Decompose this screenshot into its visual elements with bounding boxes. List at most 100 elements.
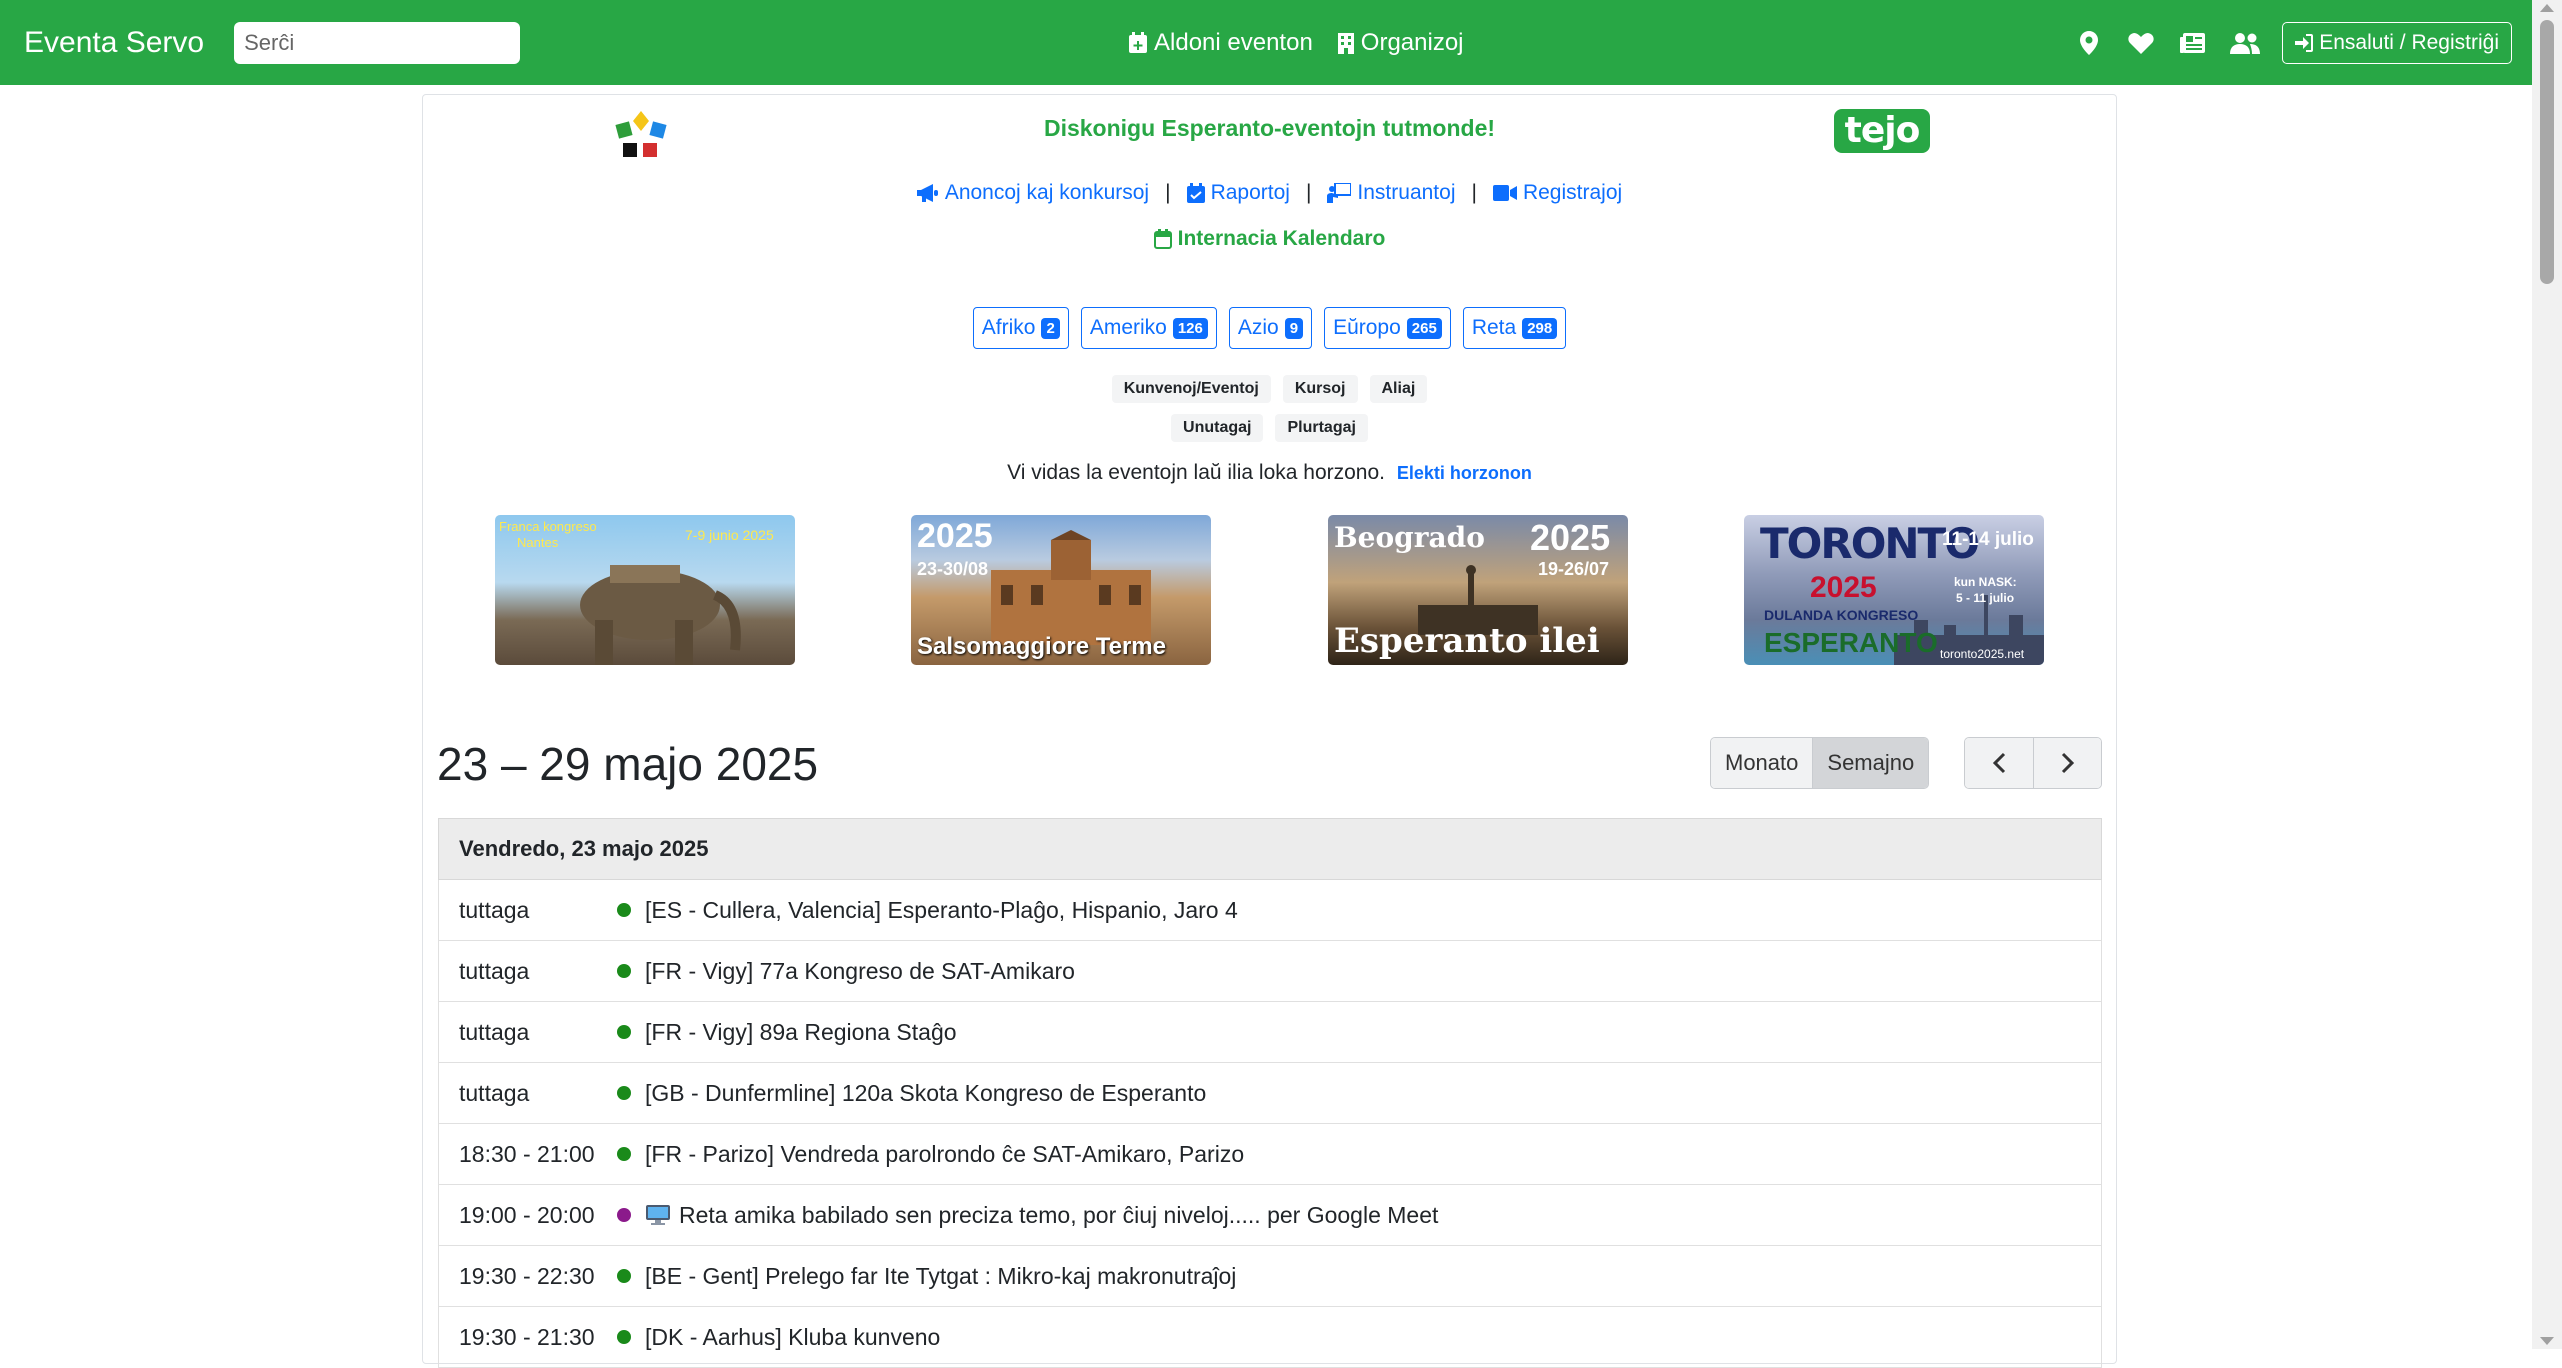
banner-nantes-line2: Nantes (517, 535, 559, 550)
choose-timezone-link[interactable]: Elekti horzonon (1397, 463, 1532, 483)
region-count-badge: 265 (1406, 317, 1442, 339)
event-time: tuttaga (459, 957, 530, 984)
separator: | (1471, 181, 1477, 204)
tejo-logo[interactable]: tejo (1834, 109, 1930, 153)
banner-salso-dates: 23-30/08 (917, 559, 989, 579)
previous-week-button[interactable] (1965, 738, 2033, 788)
event-title: [BE - Gent] Prelego far Ite Tytgat : Mik… (645, 1262, 1237, 1289)
tag-multi-day[interactable]: Plurtagaj (1275, 414, 1368, 442)
timezone-text: Vi vidas la eventojn laŭ ilia loka horzo… (1007, 461, 1385, 484)
international-calendar-link[interactable]: Internacia Kalendaro (423, 227, 2116, 255)
header-links: Anoncoj kaj konkursoj | Raportoj | Instr… (423, 181, 2116, 205)
event-title: [FR - Parizo] Vendreda parolrondo ĉe SAT… (645, 1140, 1245, 1167)
add-event-label: Aldoni eventon (1154, 28, 1313, 56)
month-view-button[interactable]: Monato (1711, 738, 1813, 788)
timezone-notice: Vi vidas la eventojn laŭ ilia loka horzo… (423, 461, 2116, 485)
region-count-badge: 298 (1522, 317, 1558, 339)
event-row[interactable]: 19:30 - 21:30 [DK - Aarhus] Kluba kunven… (438, 1307, 2102, 1368)
event-status-dot (617, 1330, 631, 1344)
region-button-europo[interactable]: Eŭropo 265 (1324, 307, 1451, 349)
scroll-thumb[interactable] (2540, 20, 2554, 284)
next-week-button[interactable] (2033, 738, 2101, 788)
event-title: [GB - Dunfermline] 120a Skota Kongreso d… (645, 1079, 1207, 1106)
map-marker-icon[interactable] (2074, 28, 2104, 58)
region-button-afriko[interactable]: Afriko 2 (972, 307, 1069, 349)
scroll-up-arrow-icon[interactable] (2540, 4, 2554, 12)
event-title: [ES - Cullera, Valencia] Esperanto-Plaĝo… (645, 896, 1238, 923)
chalkboard-teacher-icon (1327, 183, 1352, 203)
region-label: Afriko (981, 316, 1036, 339)
banner-toronto-nask: kun NASK: (1954, 575, 2017, 589)
separator: | (1305, 181, 1312, 204)
banner-toronto-dates: 11-14 julio (1942, 529, 2034, 550)
calendar-plus-icon (1129, 31, 1147, 53)
banner-nantes-line1: Franca kongreso (499, 519, 597, 534)
teachers-link[interactable]: Instruantoj (1327, 181, 1455, 205)
search-input[interactable] (234, 21, 521, 64)
newspaper-icon[interactable] (2178, 28, 2208, 58)
scroll-down-arrow-icon[interactable] (2540, 1337, 2554, 1345)
event-time: tuttaga (459, 896, 530, 923)
event-row[interactable]: tuttaga [FR - Vigy] 89a Regiona Staĝo (438, 1002, 2102, 1063)
login-label: Ensaluti / Registriĝi (2319, 30, 2499, 54)
tag-one-day[interactable]: Unutagaj (1171, 414, 1264, 442)
event-list: tuttaga [ES - Cullera, Valencia] Esperan… (438, 880, 2102, 1368)
region-button-ameriko[interactable]: Ameriko 126 (1080, 307, 1217, 349)
tag-courses[interactable]: Kursoj (1282, 375, 1358, 403)
nav-center: Aldoni eventon Organizoj (1128, 0, 1464, 85)
users-icon[interactable] (2230, 28, 2261, 58)
event-row[interactable]: tuttaga [FR - Vigy] 77a Kongreso de SAT-… (438, 941, 2102, 1002)
heart-icon[interactable] (2126, 28, 2156, 58)
event-status-dot (617, 1086, 631, 1100)
banner-toronto[interactable]: TORONTO 11-14 julio kun NASK: 5 - 11 jul… (1744, 515, 2044, 665)
region-count-badge: 126 (1172, 317, 1208, 339)
week-view-button[interactable]: Semajno (1812, 738, 1929, 788)
announcements-label: Anoncoj kaj konkursoj (944, 181, 1150, 204)
recordings-label: Registrajoj (1522, 181, 1623, 204)
region-button-azio[interactable]: Azio 9 (1228, 307, 1313, 349)
region-label: Azio (1237, 316, 1279, 339)
banner-beogrado[interactable]: Beogrado 2025 19-26/07 Esperanto ilei (1328, 515, 1628, 665)
event-row[interactable]: tuttaga [ES - Cullera, Valencia] Esperan… (438, 880, 2102, 941)
banner-toronto-year: 2025 (1810, 571, 1877, 604)
nav-right: Ensaluti / Registriĝi (2074, 0, 2512, 85)
event-title: [FR - Vigy] 77a Kongreso de SAT-Amikaro (645, 957, 1075, 984)
banner-beogrado-year: 2025 (1530, 517, 1611, 558)
banner-salsomaggiore[interactable]: 2025 23-30/08 Salsomaggiore Terme (911, 515, 1211, 665)
event-time: 19:30 - 22:30 (459, 1262, 595, 1289)
top-navbar: Eventa Servo Aldoni eventon Organizoj En… (0, 0, 2532, 85)
main-card: Diskonigu Esperanto-eventojn tutmonde! t… (422, 94, 2117, 1368)
calendar-icon (1153, 229, 1172, 249)
region-label: Ameriko (1089, 316, 1167, 339)
region-label: Reta (1471, 316, 1517, 339)
add-event-link[interactable]: Aldoni eventon (1128, 29, 1313, 57)
sign-in-icon (2295, 33, 2314, 52)
duration-tags: Unutagaj Plurtagaj (423, 414, 2116, 442)
tag-meetings[interactable]: Kunvenoj/Eventoj (1111, 375, 1271, 403)
banner-beogrado-city: Beogrado (1334, 521, 1485, 554)
event-row[interactable]: 18:30 - 21:00 [FR - Parizo] Vendreda par… (438, 1124, 2102, 1185)
reports-link[interactable]: Raportoj (1186, 181, 1290, 205)
announcements-link[interactable]: Anoncoj kaj konkursoj (916, 181, 1150, 205)
calendar-check-icon (1186, 183, 1205, 203)
event-status-dot (617, 964, 631, 978)
organize-link[interactable]: Organizoj (1337, 29, 1464, 57)
event-title-wrap: Reta amika babilado sen preciza temo, po… (645, 1202, 1438, 1229)
week-title: 23 – 29 majo 2025 (437, 738, 819, 790)
page-scrollbar[interactable] (2532, 0, 2562, 1349)
login-button[interactable]: Ensaluti / Registriĝi (2282, 21, 2512, 64)
banner-nantes[interactable]: Franca kongreso Nantes 7-9 junio 2025 (495, 515, 795, 665)
event-row[interactable]: 19:00 - 20:00 Reta amika babilado sen pr… (438, 1185, 2102, 1246)
event-row[interactable]: 19:30 - 22:30 [BE - Gent] Prelego far It… (438, 1246, 2102, 1307)
video-icon (1492, 185, 1517, 201)
recordings-link[interactable]: Registrajoj (1492, 181, 1623, 205)
reports-label: Raportoj (1210, 181, 1290, 204)
region-count-badge: 2 (1041, 317, 1060, 339)
organize-label: Organizoj (1360, 28, 1464, 56)
brand-link[interactable]: Eventa Servo (24, 26, 204, 60)
region-button-reta[interactable]: Reta 298 (1462, 307, 1567, 349)
tag-others[interactable]: Aliaj (1369, 375, 1428, 403)
chevron-right-icon (2061, 752, 2074, 774)
calendar-label: Internacia Kalendaro (1177, 227, 1386, 250)
event-row[interactable]: tuttaga [GB - Dunfermline] 120a Skota Ko… (438, 1063, 2102, 1124)
